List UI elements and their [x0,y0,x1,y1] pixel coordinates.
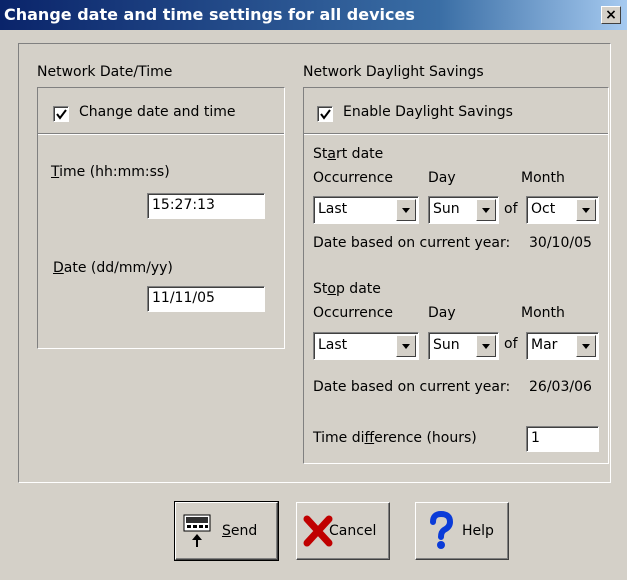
stop-date-label: Stop date [313,281,381,297]
start-month-select[interactable]: Oct [526,196,599,224]
stop-occurrence-header: Occurrence [313,305,394,321]
stop-based-date: 26/03/06 [529,379,592,395]
start-of-label: of [504,201,518,217]
stop-day-header: Day [428,305,456,321]
chevron-down-icon[interactable] [576,335,596,357]
stop-month-header: Month [521,305,565,321]
send-button[interactable]: Send [174,501,279,561]
date-label: Date (dd/mm/yy) [53,260,173,276]
close-icon: × [605,7,617,23]
help-question-icon [430,511,454,549]
change-date-time-label: Change date and time [79,104,236,120]
start-based-text: Date based on current year: [313,235,511,251]
enable-daylight-label: Enable Daylight Savings [343,104,513,120]
daylight-divider [304,133,608,135]
cancel-button[interactable]: Cancel [296,502,390,560]
chevron-down-icon[interactable] [476,335,496,357]
start-day-select[interactable]: Sun [428,196,499,224]
chevron-down-icon[interactable] [576,199,596,221]
date-input[interactable]: 11/11/05 [147,286,265,312]
start-date-label: Start date [313,146,384,162]
change-date-time-checkbox[interactable] [53,106,69,122]
stop-month-select[interactable]: Mar [526,332,599,360]
stop-occurrence-select[interactable]: Last [313,332,419,360]
daylight-box: Enable Daylight Savings Start date Occur… [303,87,609,464]
window-title: Change date and time settings for all de… [4,5,415,24]
chevron-down-icon[interactable] [476,199,496,221]
send-label: Send [222,523,258,539]
stop-based-text: Date based on current year: [313,379,511,395]
cancel-label: Cancel [329,523,377,539]
daylight-group-label: Network Daylight Savings [303,64,484,80]
time-input[interactable]: 15:27:13 [147,193,265,219]
stop-day-select[interactable]: Sun [428,332,499,360]
send-icon [183,514,211,547]
check-icon [320,109,331,120]
help-button[interactable]: Help [415,502,509,560]
network-time-box: Change date and time Time (hh:mm:ss) 15:… [37,87,285,349]
check-icon [56,109,67,120]
stop-of-label: of [504,336,518,352]
start-month-header: Month [521,170,565,186]
title-bar: Change date and time settings for all de… [0,0,627,30]
close-button[interactable]: × [601,6,621,24]
time-difference-input[interactable]: 1 [526,426,599,452]
time-label: Time (hh:mm:ss) [51,164,170,180]
chevron-down-icon[interactable] [396,335,416,357]
enable-daylight-checkbox[interactable] [317,106,333,122]
network-time-divider [38,133,284,135]
help-label: Help [462,523,494,539]
time-difference-label: Time difference (hours) [313,430,477,446]
start-based-date: 30/10/05 [529,235,592,251]
start-occurrence-select[interactable]: Last [313,196,419,224]
chevron-down-icon[interactable] [396,199,416,221]
start-day-header: Day [428,170,456,186]
network-time-group-label: Network Date/Time [37,64,173,80]
start-occurrence-header: Occurrence [313,170,394,186]
